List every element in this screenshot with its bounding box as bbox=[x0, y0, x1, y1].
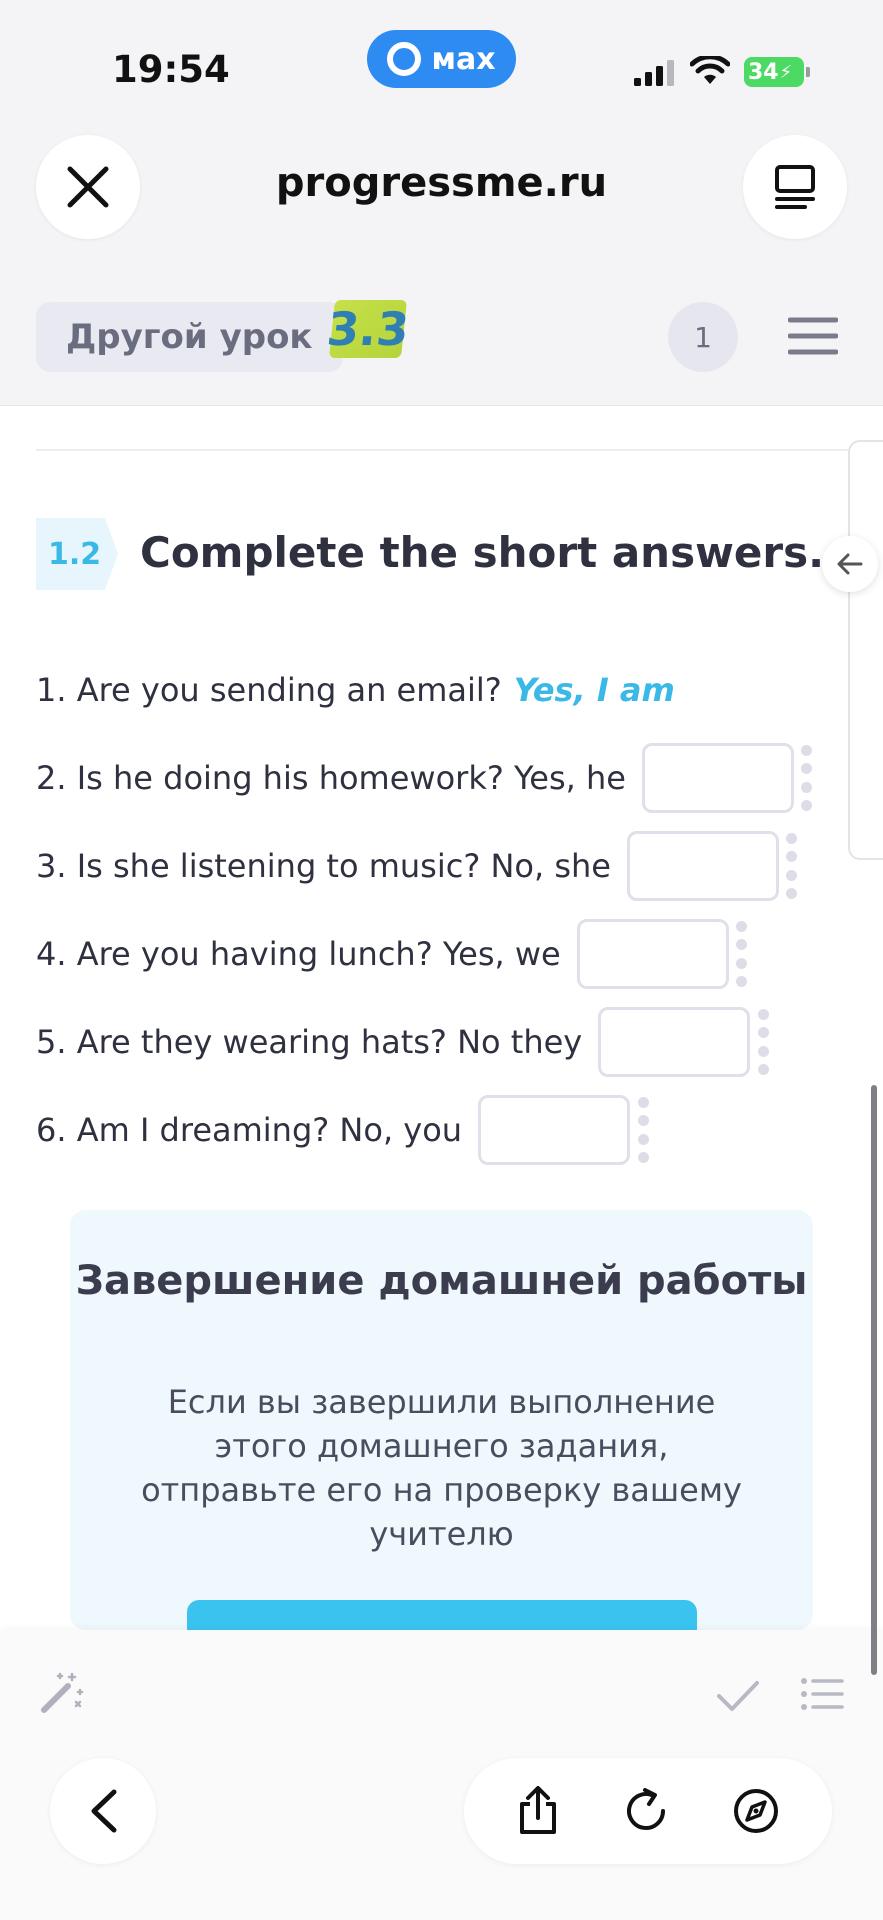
scrollbar[interactable] bbox=[871, 1085, 877, 1675]
bottom-toolbar bbox=[0, 1630, 883, 1920]
browser-header: progressme.ru bbox=[0, 110, 883, 260]
chevron-left-icon bbox=[91, 1789, 117, 1833]
drag-handle-icon[interactable] bbox=[785, 833, 799, 899]
example-answer: Yes, I am bbox=[513, 671, 675, 709]
share-icon[interactable] bbox=[516, 1786, 560, 1836]
lesson-toolbar: Другой урок 3.3 1 bbox=[0, 260, 883, 406]
other-lesson-button[interactable]: Другой урок bbox=[36, 302, 343, 372]
answer-input[interactable] bbox=[478, 1095, 631, 1165]
tabs-button[interactable] bbox=[743, 135, 847, 239]
question-text: 1. Are you sending an email? bbox=[36, 671, 502, 709]
answer-input[interactable] bbox=[576, 919, 729, 989]
homework-completion-card: Завершение домашней работы Если вы завер… bbox=[70, 1210, 813, 1660]
answer-input[interactable] bbox=[598, 1007, 751, 1077]
card-title: Завершение домашней работы bbox=[75, 1258, 808, 1304]
drag-handle-icon[interactable] bbox=[636, 1097, 650, 1163]
tabs-icon bbox=[775, 165, 815, 209]
browser-actions bbox=[464, 1758, 832, 1864]
charging-bolt-icon: ⚡ bbox=[779, 61, 793, 83]
reload-icon[interactable] bbox=[623, 1788, 669, 1834]
wifi-icon bbox=[690, 56, 730, 84]
card-description: Если вы завершили выполнение этого домаш… bbox=[141, 1383, 742, 1553]
max-app-pill[interactable]: мах bbox=[367, 30, 516, 88]
question-text: 3. Is she listening to music? No, she bbox=[36, 847, 611, 885]
question-row-2: 2. Is he doing his homework? Yes, he bbox=[36, 742, 814, 814]
exercise-title: Complete the short answers. bbox=[140, 528, 825, 577]
question-text: 2. Is he doing his homework? Yes, he bbox=[36, 759, 626, 797]
battery-level: 34 bbox=[748, 59, 779, 85]
question-text: 4. Are you having lunch? Yes, we bbox=[36, 935, 561, 973]
side-panel-toggle[interactable] bbox=[822, 536, 878, 592]
question-row-1: 1. Are you sending an email? Yes, I am bbox=[36, 654, 675, 726]
list-icon[interactable] bbox=[800, 1676, 844, 1712]
answer-input[interactable] bbox=[626, 831, 779, 901]
status-time: 19:54 bbox=[112, 48, 230, 91]
drag-handle-icon[interactable] bbox=[735, 921, 749, 987]
section-divider bbox=[36, 449, 883, 451]
question-row-5: 5. Are they wearing hats? No they bbox=[36, 1006, 770, 1078]
hamburger-menu-icon[interactable] bbox=[788, 316, 838, 356]
question-row-4: 4. Are you having lunch? Yes, we bbox=[36, 918, 749, 990]
arrow-left-icon bbox=[837, 553, 863, 575]
question-text: 5. Are they wearing hats? No they bbox=[36, 1023, 583, 1061]
compass-icon[interactable] bbox=[732, 1787, 780, 1835]
lesson-badge: 3.3 bbox=[324, 300, 412, 358]
drag-handle-icon[interactable] bbox=[756, 1009, 770, 1075]
question-row-3: 3. Is she listening to music? No, she bbox=[36, 830, 799, 902]
question-text: 6. Am I dreaming? No, you bbox=[36, 1111, 463, 1149]
status-bar: 19:54 мах 34 ⚡ bbox=[0, 0, 883, 110]
answer-input[interactable] bbox=[641, 743, 794, 813]
question-row-6: 6. Am I dreaming? No, you bbox=[36, 1094, 650, 1166]
drag-handle-icon[interactable] bbox=[800, 745, 814, 811]
check-icon[interactable] bbox=[716, 1678, 760, 1714]
cellular-signal-icon bbox=[634, 60, 674, 86]
browser-back-button[interactable] bbox=[50, 1758, 156, 1864]
exercise-number: 1.2 bbox=[36, 518, 118, 590]
page-number-badge[interactable]: 1 bbox=[668, 302, 738, 372]
max-logo-icon bbox=[387, 42, 422, 76]
side-panel[interactable] bbox=[848, 440, 883, 860]
magic-wand-icon[interactable] bbox=[40, 1670, 84, 1714]
battery-icon: 34 ⚡ bbox=[744, 57, 810, 87]
max-label: мах bbox=[431, 41, 496, 77]
